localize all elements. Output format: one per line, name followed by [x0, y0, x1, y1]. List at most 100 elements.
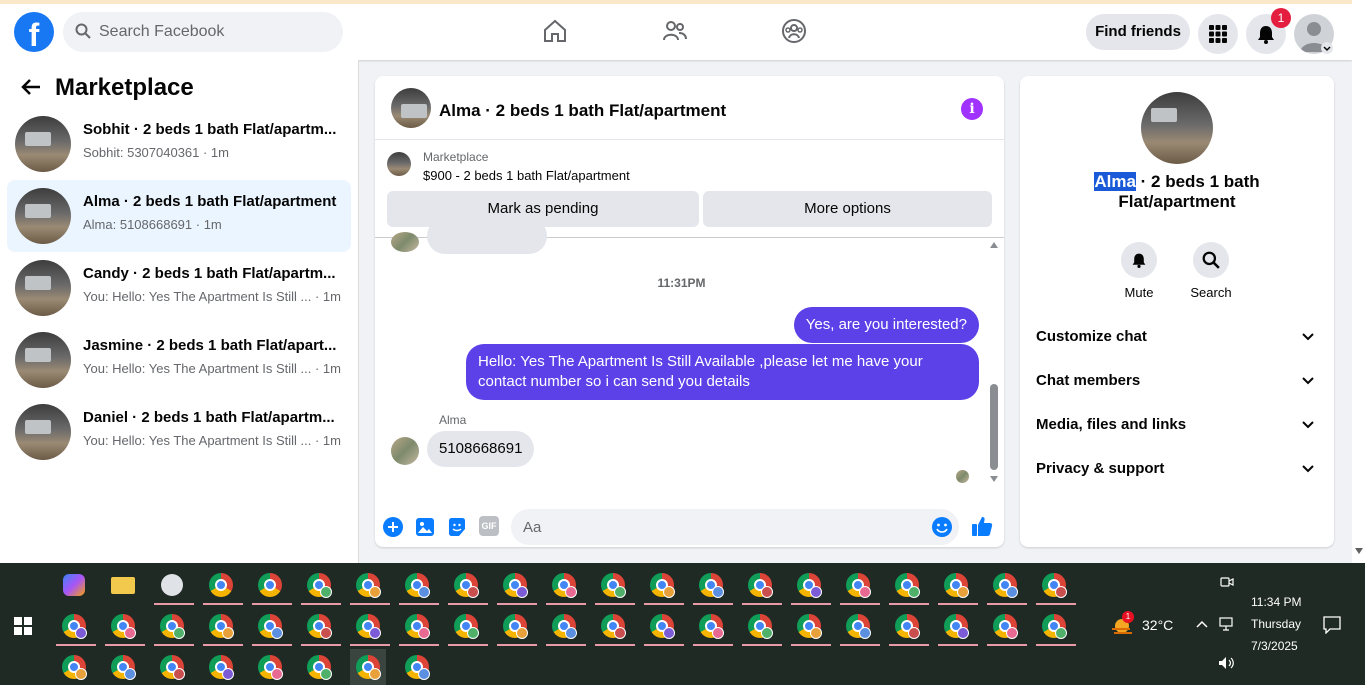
app-icon[interactable] [154, 567, 194, 605]
emoji-icon[interactable] [931, 516, 953, 538]
chrome-app-icon[interactable] [595, 567, 635, 605]
find-friends-button[interactable]: Find friends [1086, 14, 1190, 50]
chrome-app-icon[interactable] [56, 608, 96, 646]
chrome-app-icon[interactable] [301, 649, 337, 685]
chrome-app-icon[interactable] [252, 649, 288, 685]
chevron-up-icon[interactable] [1196, 620, 1208, 628]
sender-avatar[interactable] [391, 437, 419, 465]
chrome-app-icon[interactable] [56, 649, 92, 685]
chrome-app-icon[interactable] [252, 608, 292, 646]
chrome-app-icon[interactable] [938, 567, 978, 605]
chrome-app-icon[interactable] [301, 567, 341, 605]
clock-time[interactable]: 11:34 PM [1251, 595, 1301, 609]
windows-start-icon[interactable] [14, 617, 32, 635]
media-files-links-row[interactable]: Media, files and links [1036, 408, 1318, 444]
chrome-app-icon[interactable] [301, 608, 341, 646]
facebook-logo[interactable]: f [14, 12, 54, 52]
chrome-app-icon[interactable] [105, 608, 145, 646]
chrome-app-icon[interactable] [840, 608, 880, 646]
message-list[interactable]: 11:31PM Yes, are you interested? Hello: … [375, 218, 1004, 486]
chrome-app-icon[interactable] [1036, 608, 1076, 646]
search-input[interactable] [99, 12, 329, 52]
conversation-title[interactable]: Alma · 2 beds 1 bath Flat/apartment [439, 101, 726, 121]
listing-thumbnail[interactable] [391, 88, 431, 128]
chrome-app-icon[interactable] [595, 608, 635, 646]
customize-chat-row[interactable]: Customize chat [1036, 320, 1318, 356]
chrome-app-icon[interactable] [497, 608, 537, 646]
volume-icon[interactable] [1218, 656, 1236, 670]
chrome-app-icon[interactable] [448, 567, 488, 605]
chrome-app-icon[interactable] [350, 567, 390, 605]
chat-list-item[interactable]: Candy · 2 beds 1 bath Flat/apartm... You… [7, 252, 351, 324]
chrome-app-icon[interactable] [742, 567, 782, 605]
chrome-app-icon[interactable] [889, 567, 929, 605]
menu-button[interactable] [1198, 14, 1238, 54]
chrome-app-icon[interactable] [497, 567, 537, 605]
privacy-support-row[interactable]: Privacy & support [1036, 452, 1318, 488]
back-arrow-icon[interactable] [20, 78, 42, 96]
chat-members-row[interactable]: Chat members [1036, 364, 1318, 400]
chat-list-item[interactable]: Sobhit · 2 beds 1 bath Flat/apartm... So… [7, 108, 351, 180]
gif-button[interactable]: GIF [479, 516, 499, 536]
chrome-app-icon[interactable] [791, 567, 831, 605]
file-explorer-icon[interactable] [105, 567, 141, 605]
chrome-app-icon[interactable] [203, 567, 243, 605]
chrome-app-icon[interactable] [938, 608, 978, 646]
more-options-button[interactable]: More options [703, 191, 992, 227]
photo-icon[interactable] [415, 517, 435, 537]
chrome-app-icon[interactable] [105, 649, 141, 685]
chrome-app-icon[interactable] [546, 567, 586, 605]
clock-date[interactable]: 7/3/2025 [1251, 639, 1298, 653]
listing-thumbnail-small[interactable] [387, 152, 411, 176]
chrome-app-icon[interactable] [399, 649, 435, 685]
weather-widget[interactable]: 1 [1110, 611, 1134, 642]
listing-photo[interactable] [1141, 92, 1213, 164]
chrome-app-icon[interactable] [154, 608, 194, 646]
chrome-app-icon[interactable] [252, 567, 292, 605]
chrome-app-icon[interactable] [1036, 567, 1076, 605]
chat-list-item-active[interactable]: Alma · 2 beds 1 bath Flat/apartment Alma… [7, 180, 351, 252]
chrome-app-icon[interactable] [399, 608, 439, 646]
info-button[interactable]: i [961, 98, 983, 120]
chrome-app-icon[interactable] [546, 608, 586, 646]
chrome-app-icon[interactable] [840, 567, 880, 605]
mute-button[interactable]: Mute [1109, 242, 1169, 300]
search-chat-button[interactable]: Search [1181, 242, 1241, 300]
network-icon[interactable] [1219, 617, 1235, 631]
listing-price[interactable]: $900 - 2 beds 1 bath Flat/apartment [423, 168, 630, 183]
chat-list-item[interactable]: Jasmine · 2 beds 1 bath Flat/apart... Yo… [7, 324, 351, 396]
chrome-app-icon[interactable] [399, 567, 439, 605]
chrome-app-icon[interactable] [693, 567, 733, 605]
chrome-app-icon[interactable] [644, 608, 684, 646]
clock-day[interactable]: Thursday [1251, 617, 1301, 631]
chrome-app-icon[interactable] [350, 649, 386, 685]
account-chevron-icon[interactable] [1321, 42, 1333, 54]
home-icon[interactable] [542, 18, 568, 44]
chrome-app-icon[interactable] [203, 649, 239, 685]
friends-icon[interactable] [662, 18, 688, 44]
sticker-icon[interactable] [447, 517, 467, 537]
notification-center-icon[interactable] [1323, 616, 1341, 634]
temperature[interactable]: 32°C [1142, 617, 1173, 633]
thumbs-up-icon[interactable] [971, 515, 993, 537]
chrome-app-icon[interactable] [154, 649, 190, 685]
message-input[interactable] [511, 509, 959, 545]
chrome-app-icon[interactable] [448, 608, 488, 646]
page-scrollbar[interactable] [1352, 0, 1365, 563]
groups-icon[interactable] [781, 18, 807, 44]
chrome-app-icon[interactable] [987, 567, 1027, 605]
copilot-app-icon[interactable] [56, 567, 92, 605]
chrome-app-icon[interactable] [987, 608, 1027, 646]
scroll-up-icon[interactable] [990, 242, 998, 248]
chrome-app-icon[interactable] [644, 567, 684, 605]
meet-now-icon[interactable] [1220, 575, 1234, 589]
plus-icon[interactable] [383, 517, 403, 537]
scroll-down-icon[interactable] [1355, 548, 1363, 554]
chrome-app-icon[interactable] [203, 608, 243, 646]
chrome-app-icon[interactable] [742, 608, 782, 646]
chrome-app-icon[interactable] [889, 608, 929, 646]
chat-list-item[interactable]: Daniel · 2 beds 1 bath Flat/apartm... Yo… [7, 396, 351, 468]
chrome-app-icon[interactable] [693, 608, 733, 646]
message-scroll-thumb[interactable] [990, 384, 998, 470]
chrome-app-icon[interactable] [350, 608, 390, 646]
